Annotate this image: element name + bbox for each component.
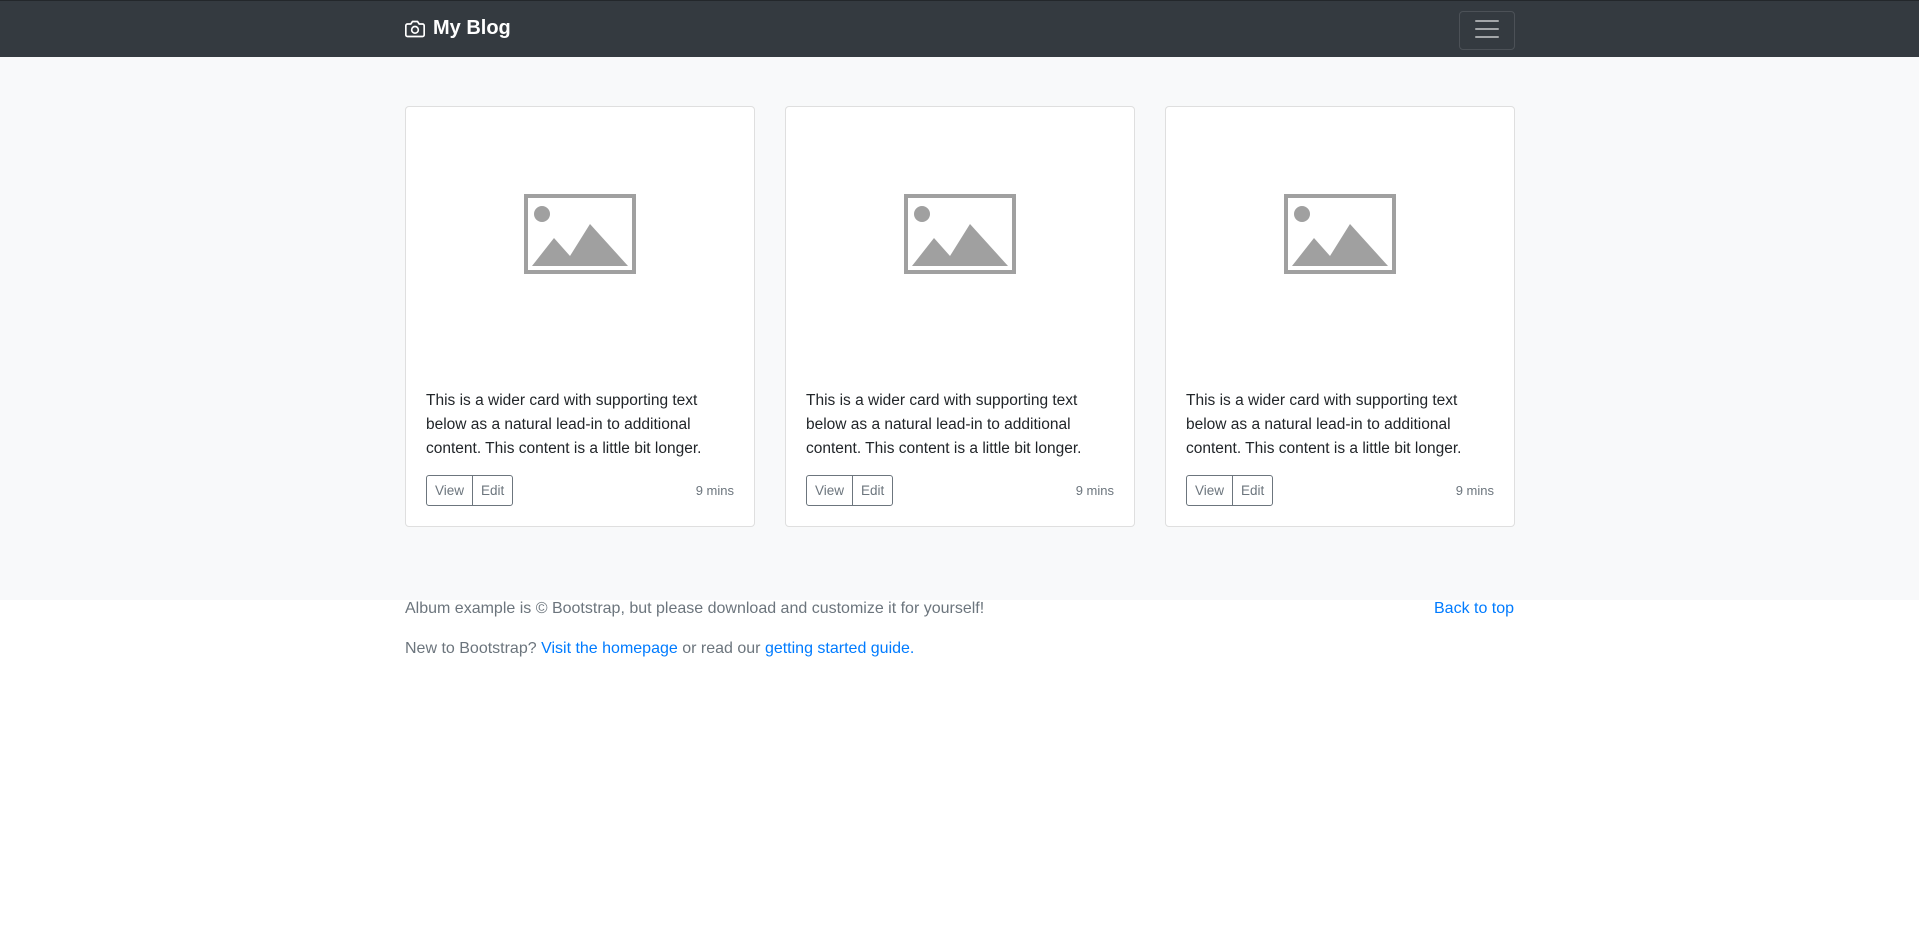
card-button-group: View Edit: [426, 475, 514, 506]
getting-started-link[interactable]: getting started guide.: [765, 640, 914, 657]
album-section: This is a wider card with supporting tex…: [0, 57, 1919, 600]
image-placeholder-icon: [524, 193, 636, 279]
card-image: [406, 107, 754, 365]
view-button[interactable]: View: [806, 475, 854, 506]
edit-button[interactable]: Edit: [1232, 475, 1274, 506]
back-to-top-link[interactable]: Back to top: [1434, 600, 1514, 618]
brand-link[interactable]: My Blog: [405, 17, 511, 40]
card: This is a wider card with supporting tex…: [1165, 106, 1515, 527]
edit-button[interactable]: Edit: [852, 475, 894, 506]
footer-middle-text: or read our: [682, 640, 761, 657]
footer: Album example is © Bootstrap, but please…: [0, 600, 1919, 680]
image-placeholder-icon: [1284, 193, 1396, 279]
card-text: This is a wider card with supporting tex…: [426, 392, 702, 457]
card-image: [786, 107, 1134, 365]
card-text: This is a wider card with supporting tex…: [806, 392, 1082, 457]
footer-help-line: New to Bootstrap? Visit the homepage or …: [405, 640, 914, 658]
camera-icon: [405, 19, 425, 39]
card: This is a wider card with supporting tex…: [405, 106, 755, 527]
edit-button[interactable]: Edit: [472, 475, 514, 506]
card: This is a wider card with supporting tex…: [785, 106, 1135, 527]
card-button-group: View Edit: [1186, 475, 1274, 506]
image-placeholder-icon: [904, 193, 1016, 279]
brand-title: My Blog: [433, 17, 511, 39]
footer-copyright: Album example is © Bootstrap, but please…: [405, 600, 985, 617]
card-time: 9 mins: [1075, 483, 1114, 498]
homepage-link[interactable]: Visit the homepage: [541, 640, 678, 657]
navbar: My Blog: [0, 0, 1919, 57]
card-time: 9 mins: [1455, 483, 1494, 498]
card-image: [1166, 107, 1514, 365]
view-button[interactable]: View: [1186, 475, 1234, 506]
navbar-toggler-button[interactable]: [1459, 11, 1515, 50]
card-text: This is a wider card with supporting tex…: [1186, 392, 1462, 457]
hamburger-menu-icon: [1472, 14, 1502, 47]
view-button[interactable]: View: [426, 475, 474, 506]
card-button-group: View Edit: [806, 475, 894, 506]
footer-new-prefix: New to Bootstrap?: [405, 640, 537, 657]
card-time: 9 mins: [695, 483, 734, 498]
